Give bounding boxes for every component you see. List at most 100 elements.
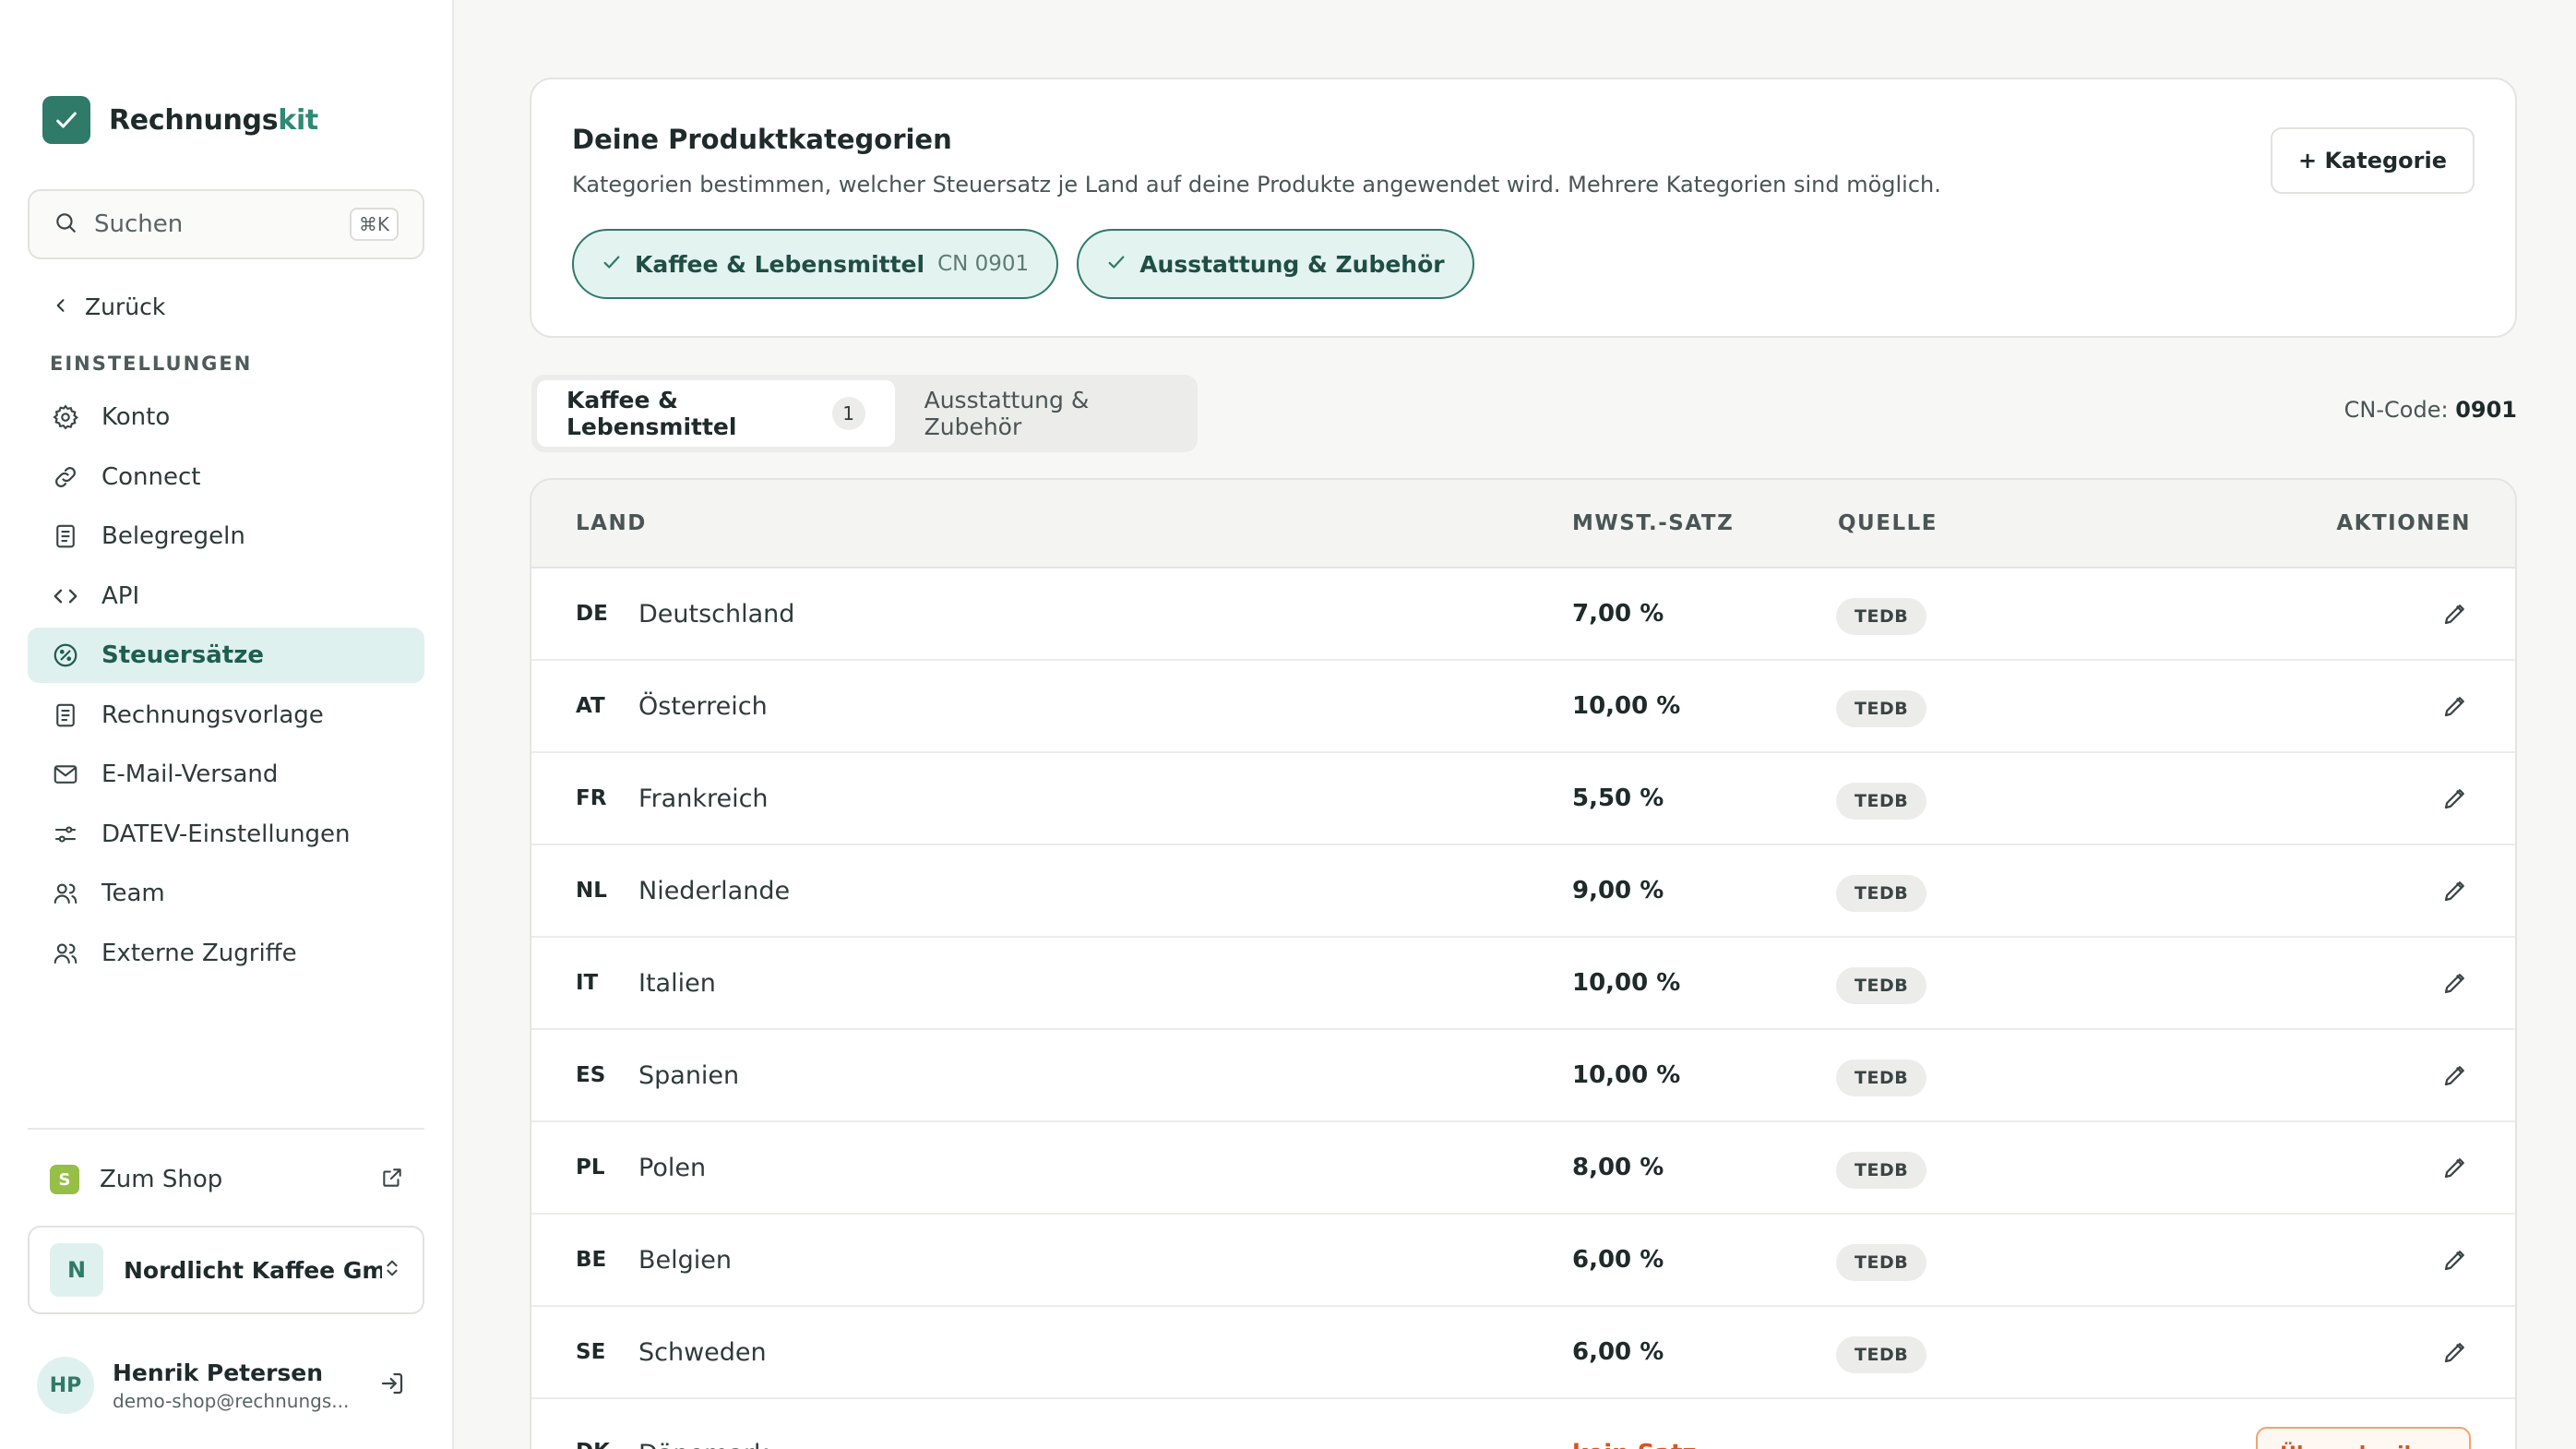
card-title: Deine Produktkategorien xyxy=(572,124,952,155)
cn-code-label: CN-Code: xyxy=(2343,397,2449,423)
edit-pencil-icon[interactable] xyxy=(2441,877,2471,906)
company-name: Nordlicht Kaffee Gm... xyxy=(124,1256,382,1284)
table-header: LAND MWST.-SATZ QUELLE AKTIONEN xyxy=(531,480,2515,569)
shop-link[interactable]: S Zum Shop xyxy=(50,1165,404,1194)
chip-label: Kaffee & Lebensmittel xyxy=(635,250,925,278)
edit-pencil-icon[interactable] xyxy=(2441,1338,2471,1368)
sidebar-item-label: Konto xyxy=(101,403,171,431)
edit-pencil-icon[interactable] xyxy=(2441,969,2471,999)
shop-badge-icon: S xyxy=(50,1165,79,1194)
settings-section-title: EINSTELLUNGEN xyxy=(50,353,253,375)
mail-icon xyxy=(50,759,81,790)
override-button[interactable]: Überschreiben xyxy=(2256,1427,2471,1449)
vat-rate: 6,00 % xyxy=(1572,1246,1664,1274)
user-profile: HP Henrik Petersen demo-shop@rechnungs..… xyxy=(37,1357,406,1414)
country-name: Spanien xyxy=(638,1061,740,1090)
country-name: Italien xyxy=(638,969,716,998)
sidebar-item-datev[interactable]: DATEV-Einstellungen xyxy=(28,807,424,862)
shop-label: Zum Shop xyxy=(100,1166,223,1193)
tab-kaffee-lebensmittel[interactable]: Kaffee & Lebensmittel 1 xyxy=(537,380,895,447)
external-link-icon xyxy=(380,1166,404,1193)
category-chips: Kaffee & Lebensmittel CN 0901 Ausstattun… xyxy=(572,229,1493,299)
sidebar-item-rechnungsvorlage[interactable]: Rechnungsvorlage xyxy=(28,688,424,743)
search-placeholder: Suchen xyxy=(94,210,184,238)
country-name: Belgien xyxy=(638,1246,732,1275)
document-icon xyxy=(50,521,81,552)
user-info: Henrik Petersen demo-shop@rechnungs... xyxy=(113,1359,378,1412)
source-badge: TEDB xyxy=(1836,1152,1927,1189)
sidebar-item-belegregeln[interactable]: Belegregeln xyxy=(28,509,424,564)
edit-pencil-icon[interactable] xyxy=(2441,784,2471,814)
sidebar-item-team[interactable]: Team xyxy=(28,866,424,921)
vat-rate: kein Satz xyxy=(1572,1440,1697,1449)
edit-pencil-icon[interactable] xyxy=(2441,1061,2471,1091)
source-badge: TEDB xyxy=(1836,598,1927,635)
source-badge: TEDB xyxy=(1836,1060,1927,1096)
logout-icon[interactable] xyxy=(378,1370,406,1401)
back-label: Zurück xyxy=(85,293,166,320)
sidebar-item-externe-zugriffe[interactable]: Externe Zugriffe xyxy=(28,926,424,981)
edit-pencil-icon[interactable] xyxy=(2441,692,2471,722)
country-code: FR xyxy=(576,786,607,810)
source-badge: TEDB xyxy=(1836,1244,1927,1281)
category-chip-ausstattung[interactable]: Ausstattung & Zubehör xyxy=(1077,229,1474,299)
vat-rate: 7,00 % xyxy=(1572,600,1664,628)
sidebar-item-api[interactable]: API xyxy=(28,569,424,624)
vat-rate: 6,00 % xyxy=(1572,1338,1664,1366)
sidebar-item-connect[interactable]: Connect xyxy=(28,449,424,505)
country-code: PL xyxy=(576,1156,605,1180)
brand[interactable]: Rechnungskit xyxy=(42,96,318,144)
country-name: Schweden xyxy=(638,1338,767,1367)
vat-rate: 10,00 % xyxy=(1572,969,1681,997)
sliders-icon xyxy=(50,819,81,850)
sidebar: Rechnungskit Suchen ⌘K Zurück EINSTELLUN… xyxy=(0,0,454,1449)
sidebar-item-steuersaetze[interactable]: Steuersätze xyxy=(28,628,424,683)
header-source: QUELLE xyxy=(1838,511,1938,535)
sidebar-item-email-versand[interactable]: E-Mail-Versand xyxy=(28,747,424,802)
table-row: FR Frankreich 5,50 % TEDB xyxy=(531,753,2515,845)
source-badge: TEDB xyxy=(1836,1336,1927,1373)
tab-ausstattung-zubehoer[interactable]: Ausstattung & Zubehör xyxy=(895,380,1192,447)
country-code: DK xyxy=(576,1440,610,1449)
sidebar-item-label: E-Mail-Versand xyxy=(101,760,279,788)
search-icon xyxy=(54,210,78,238)
country-code: AT xyxy=(576,694,605,718)
chip-code: CN 0901 xyxy=(937,252,1030,276)
country-name: Deutschland xyxy=(638,600,795,629)
table-row: BE Belgien 6,00 % TEDB xyxy=(531,1215,2515,1307)
edit-pencil-icon[interactable] xyxy=(2441,1246,2471,1275)
add-category-button[interactable]: + Kategorie xyxy=(2270,127,2475,194)
country-name: Frankreich xyxy=(638,784,769,813)
source-badge: TEDB xyxy=(1836,875,1927,912)
vat-rate: 5,50 % xyxy=(1572,784,1664,812)
gear-icon xyxy=(50,401,81,433)
chip-label: Ausstattung & Zubehör xyxy=(1139,250,1445,278)
logo-check-icon xyxy=(42,96,90,144)
vat-rate: 9,00 % xyxy=(1572,877,1664,904)
sidebar-item-label: API xyxy=(101,581,140,610)
vat-rate: 10,00 % xyxy=(1572,1061,1681,1089)
source-badge: TEDB xyxy=(1836,783,1927,820)
code-icon xyxy=(50,581,81,612)
category-tabs: Kaffee & Lebensmittel 1 Ausstattung & Zu… xyxy=(531,375,1198,452)
table-row: DK Dänemark kein Satz Überschreiben xyxy=(531,1399,2515,1449)
sidebar-item-label: Connect xyxy=(101,462,201,491)
sidebar-item-konto[interactable]: Konto xyxy=(28,389,424,445)
link-icon xyxy=(50,461,81,493)
users-icon xyxy=(50,878,81,909)
table-row: DE Deutschland 7,00 % TEDB xyxy=(531,569,2515,661)
search-input[interactable]: Suchen ⌘K xyxy=(28,189,424,259)
company-switcher[interactable]: N Nordlicht Kaffee Gm... xyxy=(28,1226,424,1314)
sidebar-item-label: Belegregeln xyxy=(101,522,245,550)
back-link[interactable]: Zurück xyxy=(52,293,165,320)
edit-pencil-icon[interactable] xyxy=(2441,600,2471,629)
check-icon xyxy=(1106,251,1127,278)
edit-pencil-icon[interactable] xyxy=(2441,1154,2471,1183)
country-code: NL xyxy=(576,879,607,903)
country-code: SE xyxy=(576,1340,606,1364)
table-row: AT Österreich 10,00 % TEDB xyxy=(531,661,2515,753)
users-icon xyxy=(50,938,81,969)
card-description: Kategorien bestimmen, welcher Steuersatz… xyxy=(572,172,1941,198)
country-name: Dänemark xyxy=(638,1440,769,1449)
category-chip-kaffee[interactable]: Kaffee & Lebensmittel CN 0901 xyxy=(572,229,1059,299)
